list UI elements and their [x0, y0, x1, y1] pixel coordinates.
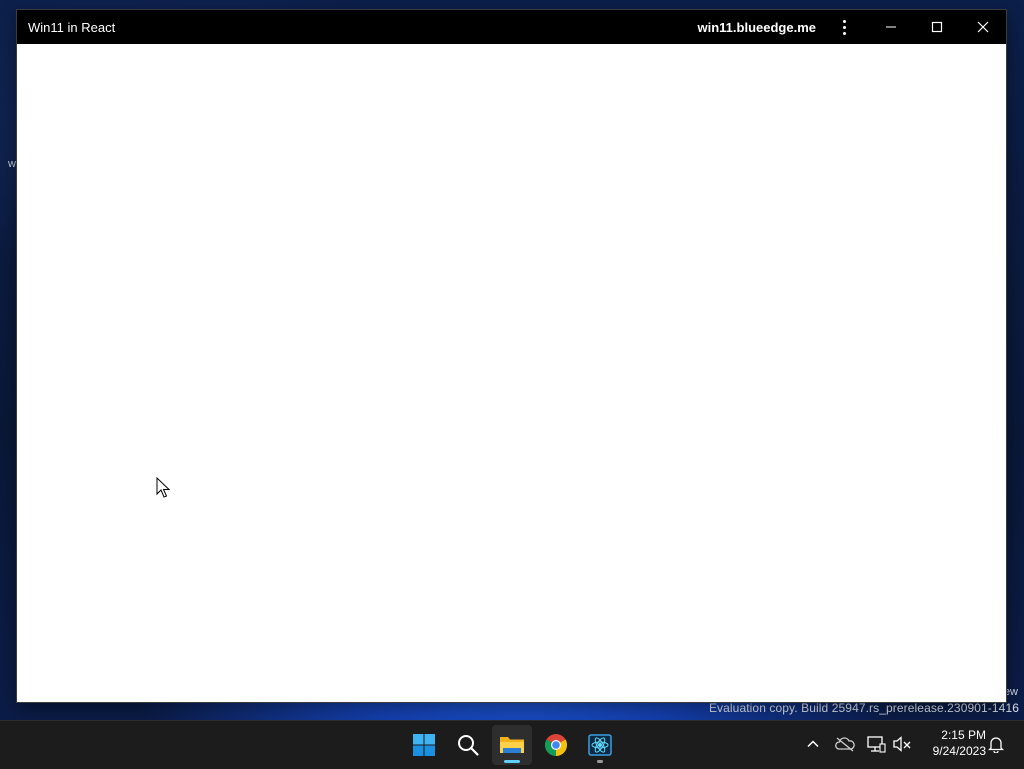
more-dot: [842, 25, 846, 29]
window-content-area[interactable]: [17, 44, 1006, 702]
chrome-button[interactable]: [536, 725, 576, 765]
desktop-partial-label-right: ew: [1003, 686, 1018, 698]
window-url: win11.blueedge.me: [697, 19, 817, 35]
start-button[interactable]: [404, 725, 444, 765]
taskbar-clock[interactable]: 2:15 PM 9/24/2023: [918, 727, 986, 759]
taskbar: 2:15 PM 9/24/2023: [0, 720, 1024, 769]
app-window: Win11 in React win11.blueedge.me: [17, 10, 1006, 702]
chrome-icon: [545, 734, 567, 756]
onedrive-offline-icon: [835, 737, 855, 752]
maximize-button[interactable]: [914, 10, 960, 44]
active-app-indicator: [504, 760, 520, 763]
network-icon: [867, 736, 886, 753]
more-options-button[interactable]: [830, 13, 858, 41]
minimize-icon: [886, 26, 896, 28]
close-button[interactable]: [960, 10, 1006, 44]
windows-logo-icon: [413, 734, 435, 756]
evaluation-watermark: Evaluation copy. Build 25947.rs_prerelea…: [708, 701, 1019, 715]
notification-bell-icon: [988, 737, 1004, 753]
win11-react-app-button[interactable]: [580, 725, 620, 765]
window-title: Win11 in React: [28, 19, 116, 35]
window-titlebar[interactable]: Win11 in React win11.blueedge.me: [17, 10, 1006, 44]
search-icon: [458, 735, 479, 756]
more-dot: [842, 19, 846, 23]
file-explorer-button[interactable]: [492, 725, 532, 765]
maximize-icon: [931, 21, 943, 33]
close-icon: [977, 21, 989, 33]
app-icon: [588, 734, 612, 756]
desktop-partial-label: w: [8, 158, 16, 170]
volume-tray-button[interactable]: [891, 733, 913, 755]
onedrive-tray-button[interactable]: [834, 733, 856, 755]
network-tray-button[interactable]: [865, 733, 887, 755]
mouse-cursor-icon: [156, 477, 170, 498]
notifications-button[interactable]: [985, 733, 1007, 755]
clock-date: 9/24/2023: [932, 744, 986, 758]
volume-muted-icon: [893, 736, 911, 752]
folder-icon: [500, 737, 524, 753]
show-hidden-icons-button[interactable]: [802, 733, 824, 755]
minimize-button[interactable]: [868, 10, 914, 44]
clock-time: 2:15 PM: [941, 728, 986, 742]
chevron-up-icon: [807, 740, 819, 748]
more-dot: [842, 31, 846, 35]
search-button[interactable]: [448, 725, 488, 765]
running-app-indicator: [597, 760, 603, 763]
